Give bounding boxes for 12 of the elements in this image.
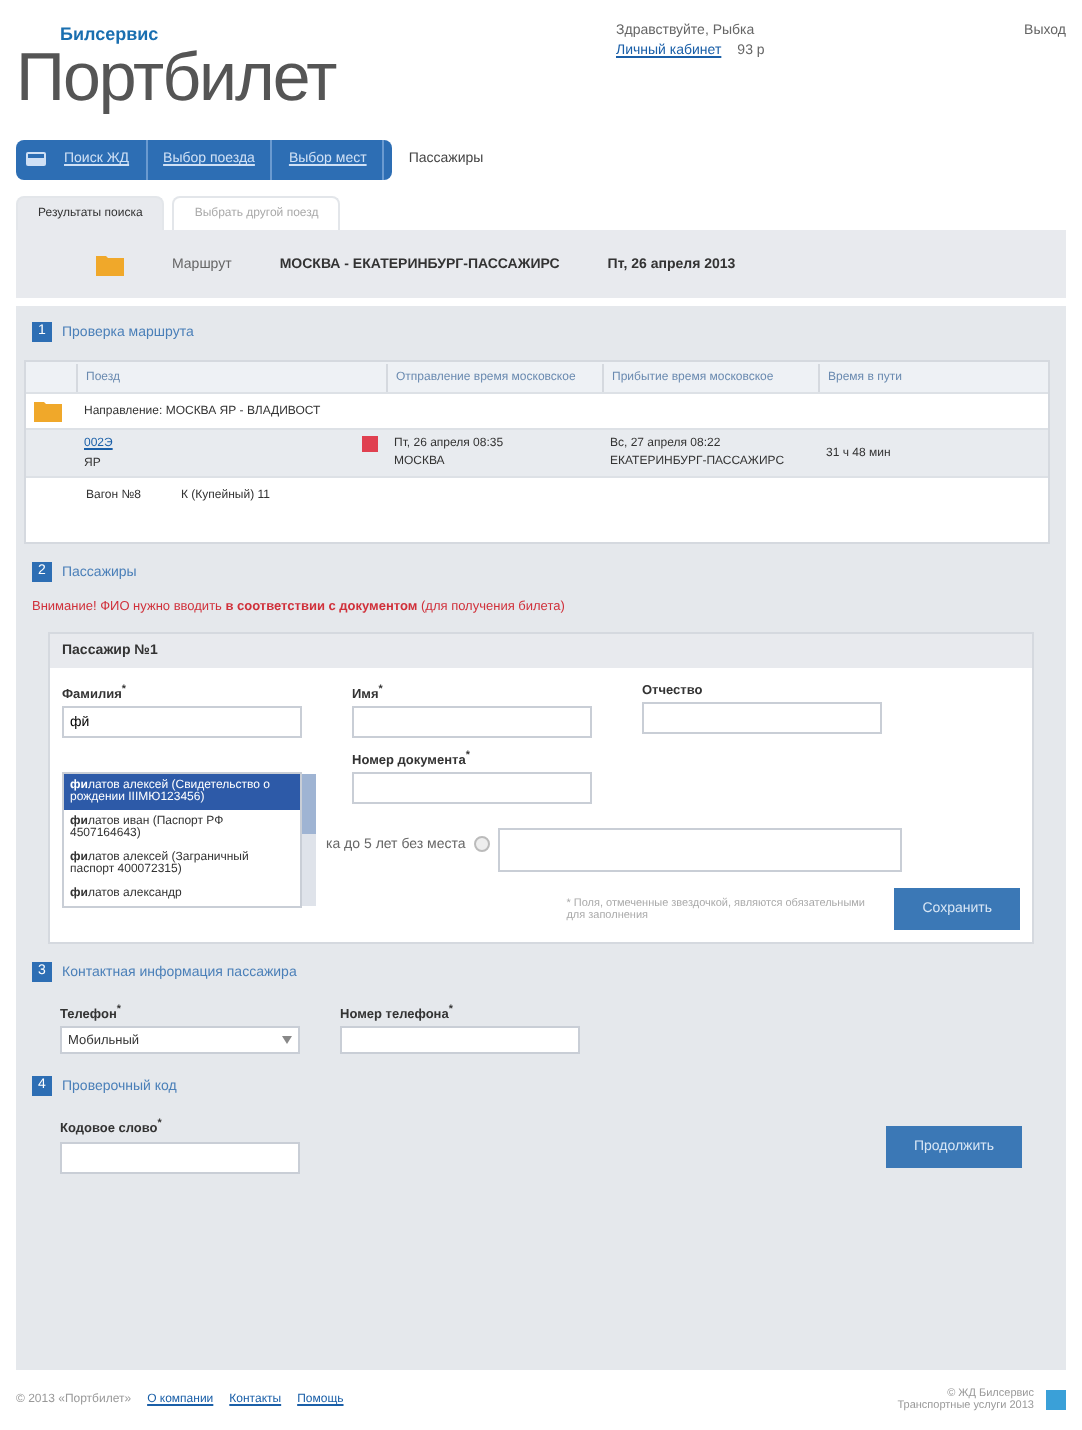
folder-icon bbox=[96, 253, 124, 275]
child-field[interactable] bbox=[497, 828, 902, 873]
logo: Портбилет bbox=[16, 44, 339, 112]
name-field[interactable] bbox=[352, 706, 592, 739]
document-field[interactable] bbox=[352, 772, 592, 805]
logo-tagline: Билсервис bbox=[60, 24, 161, 44]
scrollbar[interactable] bbox=[302, 774, 316, 906]
folder-icon bbox=[34, 400, 62, 422]
code-field[interactable] bbox=[60, 1141, 300, 1174]
patronymic-field[interactable] bbox=[642, 702, 882, 734]
phone-field[interactable] bbox=[340, 1026, 580, 1055]
caret-icon bbox=[282, 1036, 292, 1045]
